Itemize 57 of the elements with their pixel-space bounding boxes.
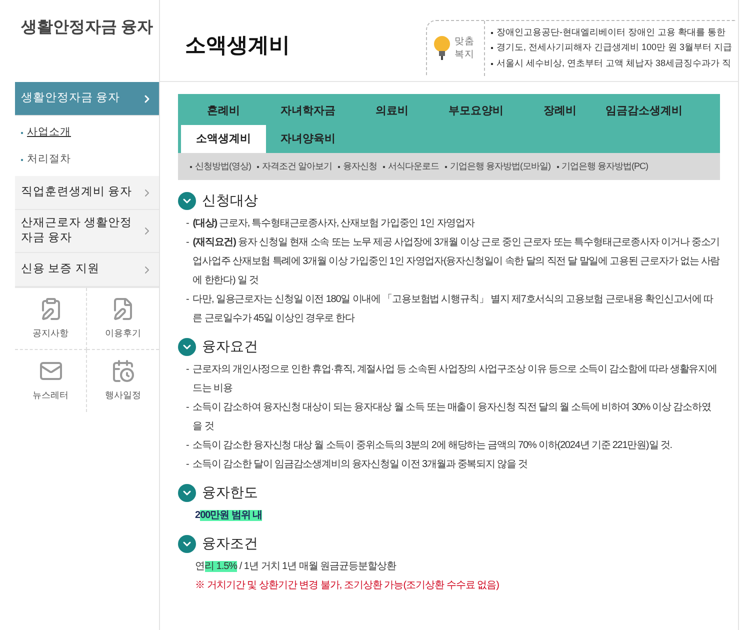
section-title: 융자한도 (202, 483, 258, 502)
submenu-link[interactable]: 처리절차 (27, 152, 71, 168)
section-title: 융자조건 (202, 534, 258, 553)
list-item-text: 소득이 감소하여 융자신청 대상이 되는 융자대상 월 소득 또는 매출이 융자신청 직전 달의 월 소득에 비하여 30% 이상 감소하였을 것 (192, 401, 712, 434)
list-marker: - (186, 236, 189, 250)
sub-link[interactable]: 서식다운로드 (388, 160, 440, 174)
tab[interactable]: 의료비 (350, 97, 434, 125)
list-marker: - (186, 458, 189, 472)
sub-link[interactable]: 신청방법(영상) (195, 160, 251, 174)
sidebar-menu-item[interactable]: 산재근로자 생활안정자금 융자 (15, 210, 159, 253)
list-item-text: (대상) 근로자, 특수형태근로종사자, 산재보험 가입중인 1인 자영업자 (192, 217, 474, 231)
sidebar-menu-item[interactable]: 생활안정자금 융자 (15, 82, 159, 116)
page-title: 소액생계비 (185, 32, 290, 59)
quick-link[interactable]: 공지사항 (15, 288, 87, 350)
chevron-down-icon (178, 338, 196, 356)
list-item-text: 다만, 일용근로자는 신청일 이전 180일 이내에 「고용보험법 시행규칙」 별지 제7호서식의 고용보험 근로내용 확인신고서에 따른 근로일수가 45일 이상인 경우로 한다 (192, 292, 714, 326)
list-item-text: (재직요건) 융자 신청일 현재 소속 또는 노무 제공 사업장에 3개월 이상 근로 중인 근로자 또는 특수형태근로종사자 이거나 중소기업사업주 산재보험 특례에 3개월 이상 가입중인 1인 자영업자(융자신청일이 속한 달의 직전 달 말일에 고용된 근로자가 없는 사람에 한한다) 일 것 (192, 236, 720, 288)
sub-link[interactable]: 자격조건 알아보기 (262, 160, 332, 174)
promo-label: 맞춤 복지 (454, 35, 476, 61)
tab[interactable]: 자녀양육비 (266, 125, 350, 153)
sidebar-title: 생활안정자금 융자 (20, 18, 154, 38)
list-item-text: 근로자의 개인사정으로 인한 휴업·휴직, 계절사업 등 소속된 사업장의 사업구조상 이유 등으로 소득이 감소함에 따라 생활유지에 드는 비용 (192, 363, 718, 396)
tab[interactable]: 혼례비 (181, 97, 266, 125)
list-marker: - (186, 217, 189, 231)
list-marker: - (186, 401, 189, 415)
condition-text: 200만원 범위 내 (194, 509, 264, 523)
submenu-link[interactable]: 사업소개 (27, 124, 71, 140)
list-marker: - (186, 439, 189, 453)
sub-link[interactable]: 기업은행 융자방법(PC) (562, 160, 648, 174)
quick-link[interactable]: 뉴스레터 (15, 350, 87, 412)
news-link[interactable]: 경기도, 전세사기피해자 긴급생계비 100만 원 3월부터 지급 (496, 41, 732, 55)
lightbulb-icon (433, 35, 452, 61)
list-marker: - (186, 293, 189, 307)
sub-link[interactable]: 융자신청 (343, 160, 378, 174)
quick-link[interactable]: 이용후기 (87, 288, 159, 350)
section-title: 신청대상 (202, 191, 258, 210)
calendar-icon (111, 359, 135, 384)
sidebar-menu-item[interactable]: 신용 보증 지원 (15, 253, 159, 287)
sidebar-menu-item[interactable]: 직업훈련생계비 융자 (15, 176, 159, 210)
review-icon (111, 296, 135, 321)
list-item-text: 소득이 감소한 융자신청 대상 월 소득이 중위소득의 3분의 2에 해당하는 금액의 70% 이하(2024년 기준 221만원)일 것. (192, 439, 672, 453)
list-marker: - (186, 363, 189, 377)
news-link[interactable]: 서울시 세수비상, 연초부터 고액 체납자 38세금징수과가 직 (496, 56, 731, 70)
tab[interactable]: 임금감소생계비 (602, 97, 686, 125)
chevron-down-icon (178, 534, 196, 552)
tab[interactable]: 부모요양비 (434, 97, 518, 125)
sub-link[interactable]: 기업은행 융자방법(모바일) (450, 160, 551, 174)
section-title: 융자요건 (202, 337, 258, 356)
chevron-down-icon (178, 192, 196, 210)
chevron-down-icon (178, 484, 196, 502)
tab[interactable]: 소액생계비 (181, 125, 266, 153)
tab[interactable]: 자녀학자금 (266, 97, 350, 125)
list-item-text: 소득이 감소한 달이 임금감소생계비의 융자신청일 이전 3개월과 중복되지 않을 것 (192, 458, 528, 472)
note-text: ※ 거치기간 및 상환기간 변경 불가, 조기상환 가능(조기상환 수수료 없음) (194, 579, 500, 593)
tab[interactable]: 장례비 (518, 97, 602, 125)
news-link[interactable]: 장애인고용공단-현대엘리베이터 장애인 고용 확대를 통한 (496, 26, 726, 40)
quick-link[interactable]: 행사일정 (87, 350, 159, 412)
